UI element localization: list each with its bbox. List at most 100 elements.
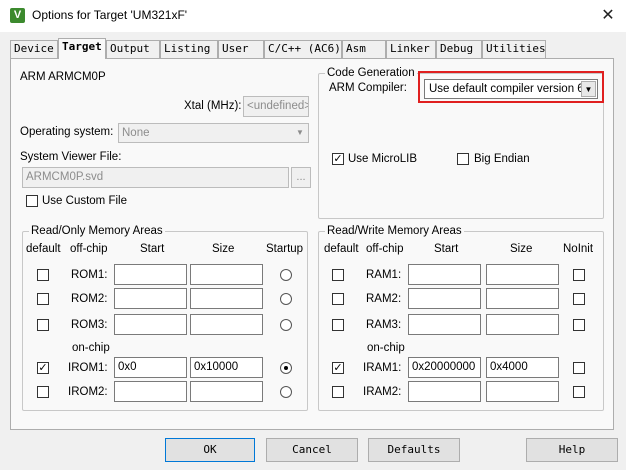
close-button[interactable]: ✕ bbox=[596, 4, 620, 28]
rom1-default-checkbox[interactable] bbox=[37, 269, 49, 281]
rom2-size-input[interactable] bbox=[190, 288, 263, 309]
rw-header-start: Start bbox=[434, 243, 459, 255]
tab-device[interactable]: Device bbox=[10, 40, 58, 58]
highlight-box bbox=[418, 71, 604, 103]
ok-button[interactable]: OK bbox=[165, 438, 255, 462]
code-generation-title: Code Generation bbox=[325, 66, 417, 80]
iram2-label: IRAM2: bbox=[363, 386, 402, 398]
browse-svd-button[interactable]: ... bbox=[291, 167, 311, 188]
ro-header-size: Size bbox=[212, 243, 235, 255]
rw-onchip-label: on-chip bbox=[367, 342, 405, 354]
rom1-startup-radio[interactable] bbox=[280, 269, 292, 281]
xtal-label: Xtal (MHz): bbox=[184, 100, 242, 112]
readwrite-memory-title: Read/Write Memory Areas bbox=[325, 224, 464, 238]
rom3-start-input[interactable] bbox=[114, 314, 187, 335]
irom2-default-checkbox[interactable] bbox=[37, 386, 49, 398]
tab-target[interactable]: Target bbox=[58, 38, 106, 59]
os-select-value: None bbox=[122, 127, 150, 139]
readonly-memory-title: Read/Only Memory Areas bbox=[29, 224, 165, 238]
compiler-label: ARM Compiler: bbox=[329, 82, 407, 94]
irom2-start-input[interactable] bbox=[114, 381, 187, 402]
rom2-start-input[interactable] bbox=[114, 288, 187, 309]
iram2-start-input[interactable] bbox=[408, 381, 481, 402]
tab-user[interactable]: User bbox=[218, 40, 264, 58]
title-bar: V Options for Target 'UM321xF' ✕ bbox=[0, 0, 626, 32]
ram2-default-checkbox[interactable] bbox=[332, 293, 344, 305]
iram2-default-checkbox[interactable] bbox=[332, 386, 344, 398]
ram3-label: RAM3: bbox=[366, 319, 402, 331]
microlib-label: Use MicroLIB bbox=[348, 153, 418, 165]
tab-strip: Device Target Output Listing User C/C++ … bbox=[10, 38, 614, 59]
tab-cpp[interactable]: C/C++ (AC6) bbox=[264, 40, 342, 58]
defaults-button[interactable]: Defaults bbox=[368, 438, 460, 462]
chevron-down-icon: ▼ bbox=[296, 128, 304, 137]
rw-header-size: Size bbox=[510, 243, 533, 255]
help-button[interactable]: Help bbox=[526, 438, 618, 462]
tab-debug[interactable]: Debug bbox=[436, 40, 482, 58]
rom1-label: ROM1: bbox=[71, 269, 108, 281]
rom3-default-checkbox[interactable] bbox=[37, 319, 49, 331]
ro-header-startup: Startup bbox=[266, 243, 304, 255]
irom1-size-input[interactable]: 0x10000 bbox=[190, 357, 263, 378]
rom1-start-input[interactable] bbox=[114, 264, 187, 285]
xtal-input[interactable]: <undefined> bbox=[243, 96, 309, 117]
iram2-noinit-checkbox[interactable] bbox=[573, 386, 585, 398]
os-select[interactable]: None ▼ bbox=[118, 123, 309, 143]
device-name: ARM ARMCM0P bbox=[20, 71, 106, 83]
ram1-start-input[interactable] bbox=[408, 264, 481, 285]
ram1-noinit-checkbox[interactable] bbox=[573, 269, 585, 281]
irom2-size-input[interactable] bbox=[190, 381, 263, 402]
irom2-startup-radio[interactable] bbox=[280, 386, 292, 398]
rom2-startup-radio[interactable] bbox=[280, 293, 292, 305]
ram2-label: RAM2: bbox=[366, 293, 402, 305]
tab-listing[interactable]: Listing bbox=[160, 40, 218, 58]
tab-utilities[interactable]: Utilities bbox=[482, 40, 546, 58]
rom3-startup-radio[interactable] bbox=[280, 319, 292, 331]
ram3-size-input[interactable] bbox=[486, 314, 559, 335]
big-endian-checkbox[interactable] bbox=[457, 153, 469, 165]
rw-header-noinit: NoInit bbox=[563, 243, 594, 255]
ram1-label: RAM1: bbox=[366, 269, 402, 281]
custom-file-checkbox[interactable] bbox=[26, 195, 38, 207]
tab-linker[interactable]: Linker bbox=[386, 40, 436, 58]
rom2-label: ROM2: bbox=[71, 293, 108, 305]
rom3-size-input[interactable] bbox=[190, 314, 263, 335]
ro-header-offchip: off-chip bbox=[70, 243, 108, 255]
window-title: Options for Target 'UM321xF' bbox=[32, 8, 188, 22]
tab-asm[interactable]: Asm bbox=[342, 40, 386, 58]
rw-header-default: default bbox=[324, 243, 359, 255]
iram1-label: IRAM1: bbox=[363, 362, 402, 374]
microlib-checkbox[interactable]: ✓ bbox=[332, 153, 344, 165]
ram3-start-input[interactable] bbox=[408, 314, 481, 335]
os-label: Operating system: bbox=[20, 126, 114, 138]
irom1-label: IROM1: bbox=[68, 362, 108, 374]
svd-label: System Viewer File: bbox=[20, 151, 122, 163]
ram1-default-checkbox[interactable] bbox=[332, 269, 344, 281]
rom1-size-input[interactable] bbox=[190, 264, 263, 285]
iram1-start-input[interactable]: 0x20000000 bbox=[408, 357, 481, 378]
rw-header-offchip: off-chip bbox=[366, 243, 404, 255]
ro-onchip-label: on-chip bbox=[72, 342, 110, 354]
custom-file-label: Use Custom File bbox=[42, 195, 127, 207]
rom2-default-checkbox[interactable] bbox=[37, 293, 49, 305]
keil-uvision-icon: V bbox=[10, 8, 25, 23]
iram1-default-checkbox[interactable]: ✓ bbox=[332, 362, 344, 374]
ro-header-default: default bbox=[26, 243, 61, 255]
tab-output[interactable]: Output bbox=[106, 40, 160, 58]
ram2-start-input[interactable] bbox=[408, 288, 481, 309]
ram2-noinit-checkbox[interactable] bbox=[573, 293, 585, 305]
ram3-default-checkbox[interactable] bbox=[332, 319, 344, 331]
ram2-size-input[interactable] bbox=[486, 288, 559, 309]
irom1-startup-radio[interactable] bbox=[280, 362, 292, 374]
irom1-default-checkbox[interactable]: ✓ bbox=[37, 362, 49, 374]
ro-header-start: Start bbox=[140, 243, 165, 255]
svd-input[interactable]: ARMCM0P.svd bbox=[22, 167, 289, 188]
iram1-size-input[interactable]: 0x4000 bbox=[486, 357, 559, 378]
cancel-button[interactable]: Cancel bbox=[266, 438, 358, 462]
ram1-size-input[interactable] bbox=[486, 264, 559, 285]
irom1-start-input[interactable]: 0x0 bbox=[114, 357, 187, 378]
iram2-size-input[interactable] bbox=[486, 381, 559, 402]
iram1-noinit-checkbox[interactable] bbox=[573, 362, 585, 374]
big-endian-label: Big Endian bbox=[474, 153, 530, 165]
ram3-noinit-checkbox[interactable] bbox=[573, 319, 585, 331]
